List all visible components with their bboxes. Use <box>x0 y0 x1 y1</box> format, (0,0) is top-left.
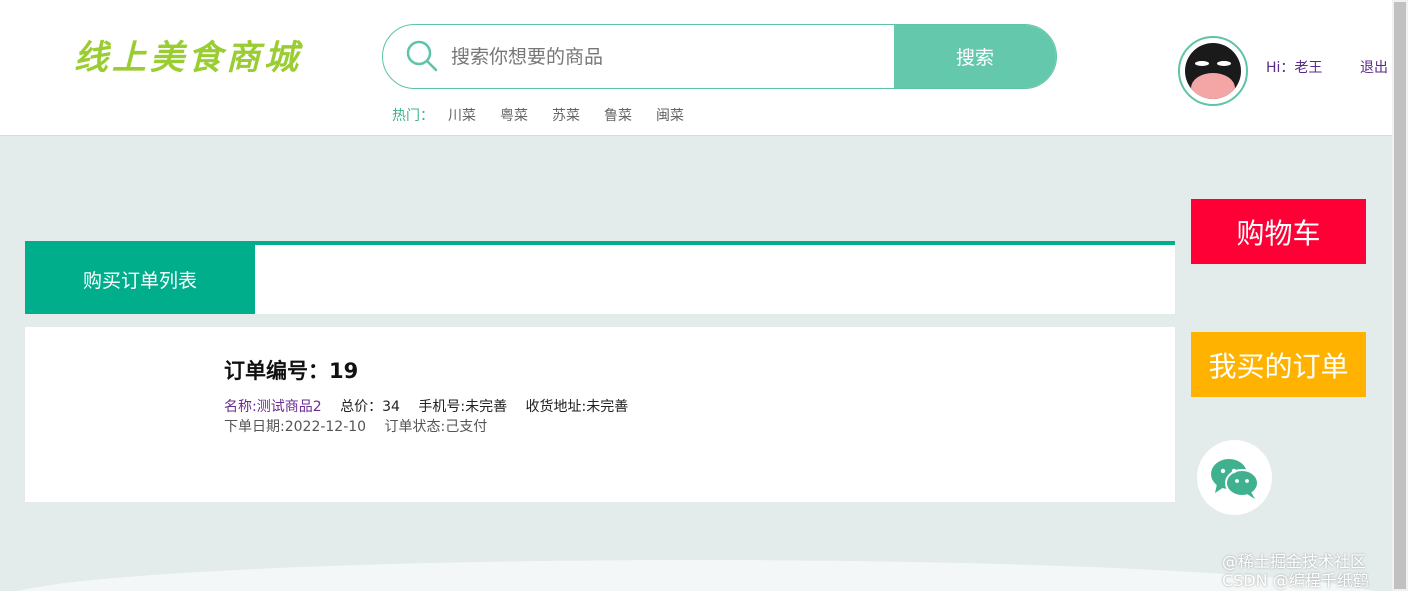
hot-item-min[interactable]: 闽菜 <box>656 105 684 125</box>
wechat-icon <box>1210 458 1259 499</box>
order-total: 总价：34 <box>340 399 400 415</box>
my-orders-button[interactable]: 我买的订单 <box>1191 332 1366 397</box>
order-product-name[interactable]: 名称:测试商品2 <box>224 399 322 415</box>
watermark-line1: @稀土掘金技术社区 <box>1222 552 1367 571</box>
order-phone: 手机号:未完善 <box>418 399 508 415</box>
scrollbar-thumb[interactable] <box>1394 2 1406 589</box>
search-icon <box>406 40 438 72</box>
order-tab-bar: 购买订单列表 <box>25 241 1175 314</box>
order-details: 名称:测试商品2 总价：34 手机号:未完善 收货地址:未完善 <box>224 396 628 416</box>
tab-purchase-orders[interactable]: 购买订单列表 <box>25 245 255 314</box>
hot-item-yue[interactable]: 粤菜 <box>500 105 528 125</box>
search-input[interactable] <box>451 25 891 88</box>
avatar[interactable] <box>1178 36 1248 106</box>
hot-item-chuan[interactable]: 川菜 <box>448 105 476 125</box>
order-number: 订单编号：19 <box>224 359 359 383</box>
wechat-button[interactable] <box>1197 440 1272 515</box>
order-card: 订单编号：19 名称:测试商品2 总价：34 手机号:未完善 收货地址:未完善 … <box>25 327 1175 502</box>
avatar-eye-right <box>1217 61 1231 66</box>
hot-item-su[interactable]: 苏菜 <box>552 105 580 125</box>
watermark: @稀土掘金技术社区 CSDN @编程千纸鹤 <box>1222 552 1369 590</box>
footer-wave-decoration <box>0 560 1392 591</box>
avatar-mouth <box>1191 73 1235 99</box>
order-meta: 下单日期:2022-12-10 订单状态:己支付 <box>224 416 487 436</box>
user-greeting: Hi：老王 <box>1266 60 1323 76</box>
logout-link[interactable]: 退出 <box>1360 57 1388 77</box>
order-status: 订单状态:己支付 <box>384 419 488 435</box>
scrollbar[interactable] <box>1392 0 1408 591</box>
site-logo[interactable]: 线上美食商城 <box>74 30 302 79</box>
avatar-eye-left <box>1195 61 1209 66</box>
search-box: 搜索 <box>382 24 1057 89</box>
hot-keywords: 热门： 川菜 粤菜 苏菜 鲁菜 闽菜 <box>392 105 708 125</box>
order-address: 收货地址:未完善 <box>525 399 629 415</box>
order-date: 下单日期:2022-12-10 <box>224 419 367 435</box>
cart-button[interactable]: 购物车 <box>1191 199 1366 264</box>
header: 线上美食商城 搜索 热门： 川菜 粤菜 苏菜 鲁菜 闽菜 Hi：老王 退出 <box>0 0 1392 136</box>
hot-item-lu[interactable]: 鲁菜 <box>604 105 632 125</box>
hot-label: 热门： <box>392 108 434 124</box>
avatar-image <box>1185 43 1241 99</box>
watermark-line2: CSDN @编程千纸鹤 <box>1222 571 1369 590</box>
search-button[interactable]: 搜索 <box>894 25 1056 88</box>
